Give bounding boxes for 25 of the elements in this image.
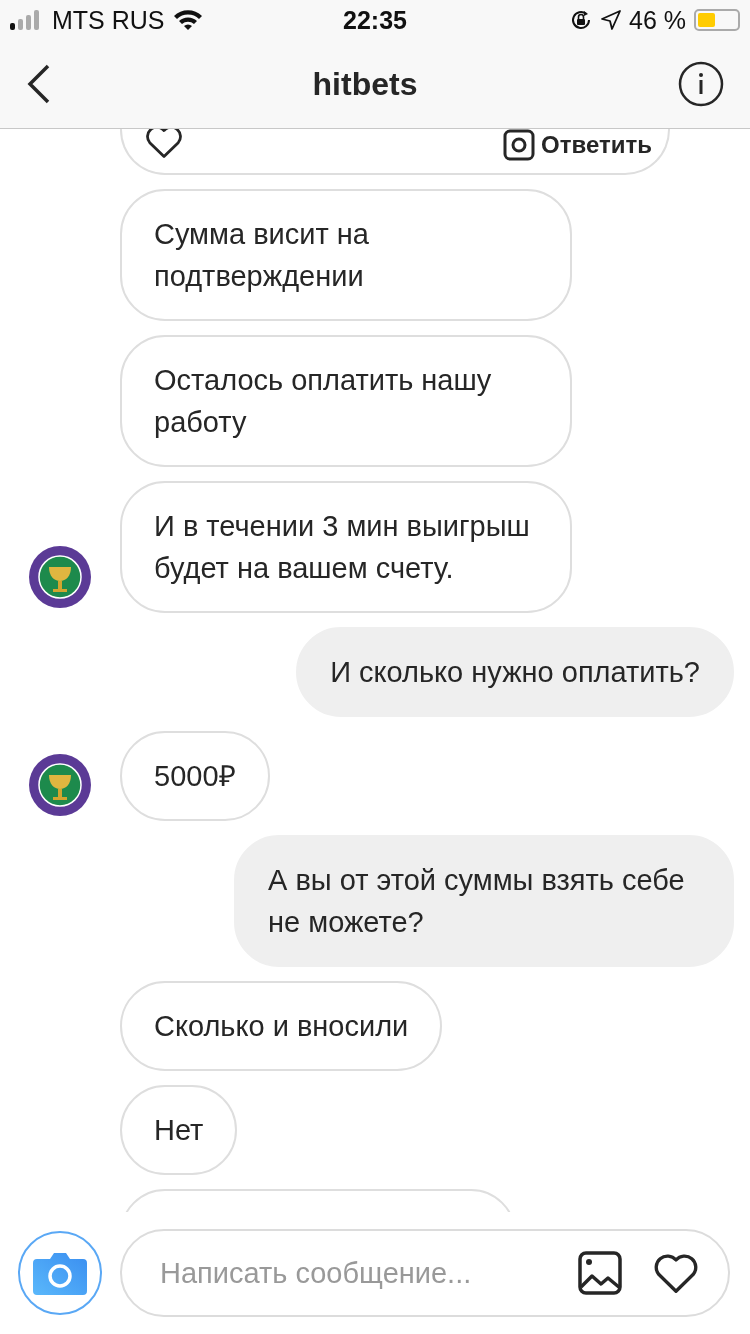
like-icon[interactable] bbox=[144, 129, 184, 159]
camera-icon[interactable] bbox=[33, 1251, 87, 1295]
sent-message: И сколько нужно оплатить? bbox=[296, 627, 734, 717]
received-message: 5000₽ bbox=[120, 731, 270, 821]
back-button[interactable] bbox=[26, 64, 52, 104]
gallery-icon[interactable] bbox=[578, 1251, 622, 1295]
chat-title: hitbets bbox=[312, 65, 418, 103]
location-arrow-icon bbox=[601, 10, 621, 30]
heart-icon[interactable] bbox=[652, 1251, 700, 1295]
received-message: Сколько и вносили bbox=[120, 981, 443, 1071]
received-message: И в течении 3 мин выигрыш будет на вашем счету. bbox=[120, 481, 572, 613]
received-message: Осталось оплатить нашу работу bbox=[120, 335, 572, 467]
carrier-name: MTS RUS bbox=[52, 5, 165, 35]
info-button[interactable] bbox=[678, 61, 724, 107]
message-field[interactable]: Написать сообщение... bbox=[120, 1229, 730, 1317]
reply-button[interactable]: Ответить bbox=[503, 129, 652, 161]
received-message: Сумма висит на подтверждении bbox=[120, 189, 572, 321]
rotation-lock-icon bbox=[569, 8, 593, 32]
received-message: Нет bbox=[120, 1085, 238, 1175]
battery-icon bbox=[694, 9, 740, 31]
battery-percent: 46 % bbox=[629, 5, 686, 35]
wifi-icon bbox=[172, 9, 203, 31]
camera-frame-icon bbox=[503, 129, 536, 161]
clock-time: 22:35 bbox=[343, 5, 407, 35]
sent-message: А вы от этой суммы взять себе не можете? bbox=[234, 835, 734, 967]
